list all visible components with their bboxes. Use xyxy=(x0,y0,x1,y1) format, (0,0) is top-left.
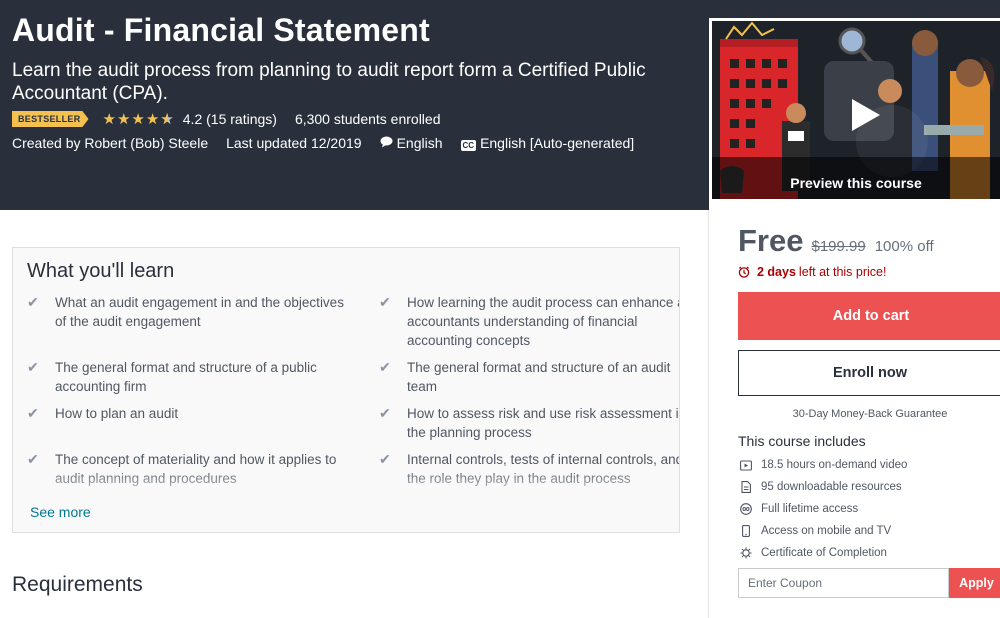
check-icon: ✔ xyxy=(27,294,39,310)
language: English xyxy=(380,135,443,151)
includes-list: 18.5 hours on-demand video 95 downloadab… xyxy=(740,454,1000,564)
learn-item: ✔ How to plan an audit xyxy=(27,404,345,423)
captions: CC English [Auto-generated] xyxy=(460,135,635,151)
certificate-icon xyxy=(740,547,752,559)
learn-item-text: What an audit engagement in and the obje… xyxy=(55,295,344,329)
learn-item: ✔ The general format and structure of a p… xyxy=(27,358,345,396)
include-text: Full lifetime access xyxy=(761,503,859,515)
timer-text: left at this price! xyxy=(798,265,887,279)
alarm-clock-icon xyxy=(738,266,750,278)
course-preview-video[interactable]: Preview this course xyxy=(712,21,1000,199)
price-row: Free $199.99 100% off xyxy=(738,223,934,259)
preview-label: Preview this course xyxy=(790,175,922,191)
current-price: Free xyxy=(738,223,804,258)
learn-item: ✔ How learning the audit process can enha… xyxy=(379,293,680,350)
check-icon: ✔ xyxy=(27,451,39,467)
infinity-icon xyxy=(740,503,752,515)
requirements-heading: Requirements xyxy=(12,573,143,596)
bestseller-badge: BESTSELLER xyxy=(12,111,89,127)
price-timer: 2 days left at this price! xyxy=(738,265,886,279)
learn-item-text: The general format and structure of a pu… xyxy=(55,360,317,394)
money-back-guarantee: 30-Day Money-Back Guarantee xyxy=(792,408,948,420)
check-icon: ✔ xyxy=(27,405,39,421)
learn-item-text: How to plan an audit xyxy=(55,406,179,421)
see-more-link[interactable]: See more xyxy=(30,504,91,520)
apply-coupon-button[interactable]: Apply xyxy=(949,568,1000,598)
include-text: Certificate of Completion xyxy=(761,547,887,559)
instructor-credit[interactable]: Created by Robert (Bob) Steele xyxy=(12,135,208,151)
captions-label: English [Auto-generated] xyxy=(480,135,635,151)
star-rating-icon: ★★★★★ ★ xyxy=(102,111,175,128)
days-left: 2 days xyxy=(757,265,796,279)
enroll-now-button[interactable]: Enroll now xyxy=(738,350,1000,396)
check-icon: ✔ xyxy=(379,451,391,467)
include-item: 95 downloadable resources xyxy=(740,476,1000,498)
include-text: 18.5 hours on-demand video xyxy=(761,459,908,471)
speech-bubble-icon xyxy=(380,136,393,148)
check-icon: ✔ xyxy=(27,359,39,375)
learn-item-text: How learning the audit process can enhan… xyxy=(407,295,680,348)
language-label: English xyxy=(396,135,443,151)
course-subtitle: Learn the audit process from planning to… xyxy=(12,60,646,104)
rating-count[interactable]: 4.2 (15 ratings) xyxy=(183,111,277,127)
students-enrolled: 6,300 students enrolled xyxy=(294,111,441,127)
check-icon: ✔ xyxy=(379,294,391,310)
what-you-will-learn: What you'll learn ✔ What an audit engagem… xyxy=(12,247,680,533)
purchase-sidebar: Preview this course Free $199.99 100% of… xyxy=(709,18,1000,618)
info-row: Created by Robert (Bob) Steele Last upda… xyxy=(12,135,652,151)
coupon-input[interactable] xyxy=(738,568,949,598)
learn-title: What you'll learn xyxy=(27,260,175,282)
includes-title: This course includes xyxy=(738,433,866,449)
check-icon: ✔ xyxy=(379,405,391,421)
include-item: Certificate of Completion xyxy=(740,542,1000,564)
include-text: 95 downloadable resources xyxy=(761,481,902,493)
include-item: 18.5 hours on-demand video xyxy=(740,454,1000,476)
learn-item: ✔ How to assess risk and use risk assessm… xyxy=(379,404,680,442)
include-item: Access on mobile and TV xyxy=(740,520,1000,542)
mobile-icon xyxy=(740,525,752,537)
closed-captions-icon: CC xyxy=(460,140,477,151)
course-title: Audit - Financial Statement xyxy=(12,12,430,48)
fade-overlay xyxy=(13,468,679,504)
learn-item: ✔ The general format and structure of an … xyxy=(379,358,679,396)
discount-percent: 100% off xyxy=(874,238,934,255)
original-price: $199.99 xyxy=(811,238,866,255)
learn-item-text: How to assess risk and use risk assessme… xyxy=(407,406,680,440)
include-item: Full lifetime access xyxy=(740,498,1000,520)
learn-item: ✔ What an audit engagement in and the obj… xyxy=(27,293,345,331)
check-icon: ✔ xyxy=(379,359,391,375)
add-to-cart-button[interactable]: Add to cart xyxy=(738,292,1000,340)
video-icon xyxy=(740,459,752,471)
include-text: Access on mobile and TV xyxy=(761,525,892,537)
learn-item-text: The general format and structure of an a… xyxy=(407,360,671,394)
last-updated: Last updated 12/2019 xyxy=(226,135,362,151)
file-icon xyxy=(740,481,752,493)
rating-row: BESTSELLER ★★★★★ ★ 4.2 (15 ratings) 6,300… xyxy=(12,110,441,128)
play-icon[interactable] xyxy=(838,91,886,139)
